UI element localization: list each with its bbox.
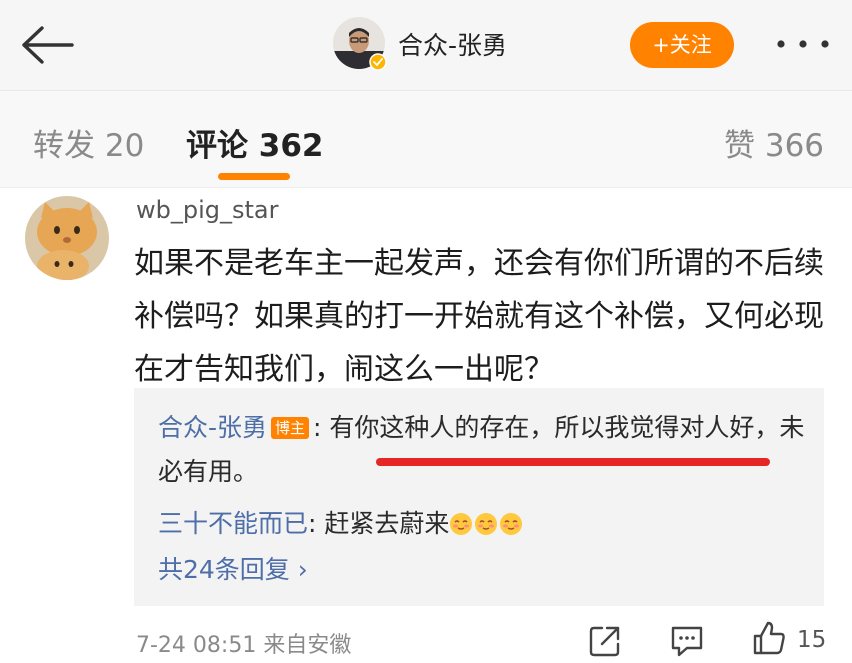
active-tab-indicator [218,173,290,180]
tab-bar: 转发 20 评论 362 赞 366 [0,91,852,188]
reply-author[interactable]: 合众-张勇 [158,413,267,442]
more-dots-icon[interactable] [775,34,831,54]
reply-text: : 赶紧去蔚来 [308,509,450,538]
emoji-icon [475,513,498,535]
share-icon[interactable] [588,624,622,658]
verified-icon [369,53,387,71]
comment-icon[interactable] [669,624,705,658]
red-underline-annotation [376,458,770,466]
author-name[interactable]: 合众-张勇 [398,26,507,62]
author-badge: 博主 [271,417,310,439]
emoji-icon [500,513,523,535]
comment-text: 如果不是老车主一起发声，还会有你们所谓的不后续补偿吗？如果真的打一开始就有这个补… [134,246,824,387]
top-bar: 合众-张勇 +关注 [0,0,852,91]
commenter-username[interactable]: wb_pig_star [136,196,279,224]
reply-author[interactable]: 三十不能而已 [158,509,308,538]
reply-item: 三十不能而已: 赶紧去蔚来 [158,504,524,544]
author-avatar[interactable] [333,17,387,71]
more-replies-link[interactable]: 共24条回复 › [158,550,308,586]
back-arrow-icon[interactable] [18,22,76,68]
like-count: 15 [797,627,827,653]
follow-button[interactable]: +关注 [630,22,734,68]
replies-box[interactable]: 合众-张勇 博主: 有你这种人的存在，所以我觉得对人好，未必有用。 三十不能而已:… [134,388,824,606]
commenter-avatar[interactable] [25,196,109,280]
tab-comments[interactable]: 评论 362 [186,120,324,165]
tab-likes[interactable]: 赞 366 [724,120,824,165]
like-icon[interactable] [751,620,787,656]
tab-repost[interactable]: 转发 20 [33,120,144,165]
reply-item: 合众-张勇 博主: 有你这种人的存在，所以我觉得对人好，未必有用。 [158,406,808,494]
comment-meta: 7-24 08:51 来自安徽 [136,633,352,658]
emoji-icon [450,513,473,535]
